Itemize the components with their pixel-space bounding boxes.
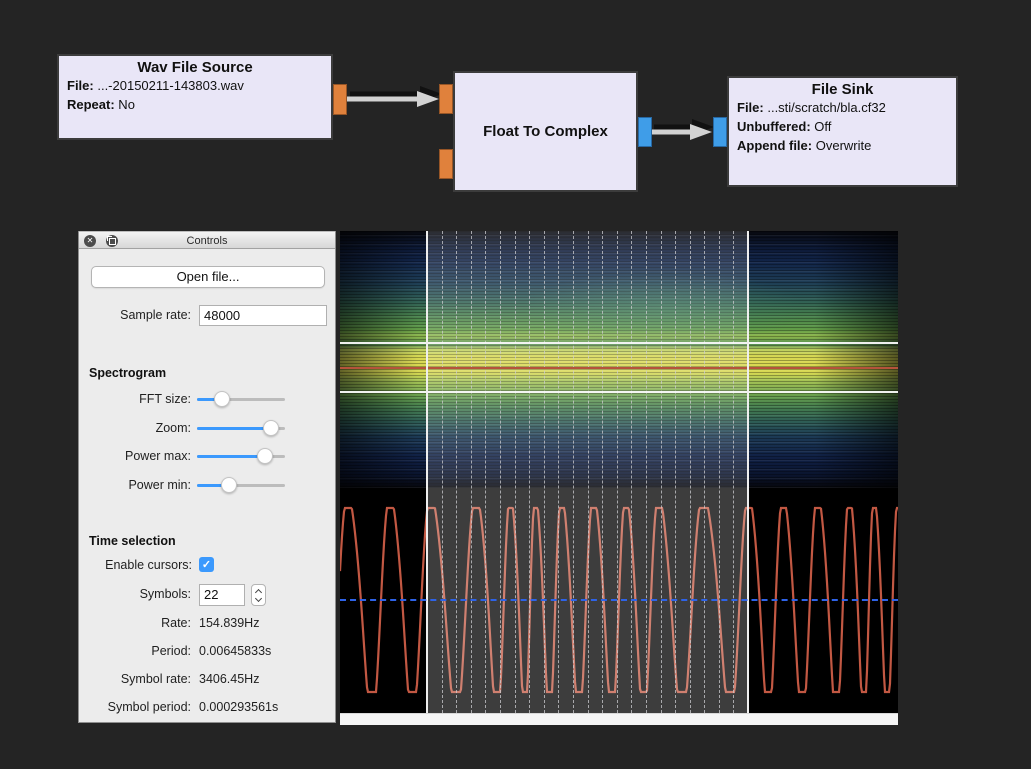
enable-cursors-checkbox[interactable]: ✓ [199, 557, 214, 572]
symbol-period-value: 0.000293561s [199, 697, 278, 718]
symbol-boundary-line [500, 231, 501, 713]
power-max-slider[interactable] [197, 447, 285, 465]
time-cursor-left[interactable] [426, 231, 428, 713]
symbol-rate-label: Symbol rate: [79, 669, 191, 690]
block-param: Unbuffered: Off [729, 117, 956, 136]
block-title: Float To Complex [483, 123, 608, 140]
symbol-boundary-line [588, 231, 589, 713]
connection-wav-to-floattocomplex[interactable] [347, 84, 443, 114]
block-param: Append file: Overwrite [729, 136, 956, 155]
symbols-input[interactable]: 22 [199, 584, 245, 606]
open-file-button[interactable]: Open file... [91, 266, 325, 288]
symbol-boundary-line [456, 231, 457, 713]
zoom-row: Zoom: [79, 419, 337, 437]
period-label: Period: [79, 641, 191, 662]
symbol-boundary-line [558, 231, 559, 713]
connection-floattocomplex-to-filesink[interactable] [652, 117, 714, 147]
controls-panel: ✕ Controls Open file... Sample rate: 480… [78, 231, 336, 723]
symbol-boundary-line [661, 231, 662, 713]
symbol-boundary-line [485, 231, 486, 713]
power-max-row: Power max: [79, 447, 337, 465]
frequency-cursor-lower[interactable] [340, 391, 898, 393]
enable-cursors-label: Enable cursors: [79, 555, 192, 576]
zero-amplitude-line [340, 599, 898, 601]
symbol-boundary-line [690, 231, 691, 713]
fft-size-row: FFT size: [79, 390, 337, 408]
stepper-down-icon[interactable] [255, 595, 262, 602]
symbol-boundary-line [719, 231, 720, 713]
symbol-boundary-line [646, 231, 647, 713]
symbol-boundary-line [573, 231, 574, 713]
power-min-row: Power min: [79, 476, 337, 494]
window-title: Controls [79, 232, 335, 250]
power-max-label: Power max: [79, 447, 191, 465]
horizontal-scrollbar[interactable] [340, 713, 898, 725]
slider-thumb[interactable] [263, 420, 279, 436]
symbol-boundary-line [544, 231, 545, 713]
spectrogram-heading: Spectrogram [89, 366, 166, 380]
rate-label: Rate: [79, 613, 191, 634]
symbol-boundary-line [704, 231, 705, 713]
power-min-label: Power min: [79, 476, 191, 494]
controls-titlebar[interactable]: ✕ Controls [79, 231, 335, 249]
block-param: Repeat: No [59, 95, 331, 114]
symbol-boundary-line [515, 231, 516, 713]
float-to-complex-output-port[interactable] [638, 117, 652, 147]
slider-thumb[interactable] [257, 448, 273, 464]
fft-size-slider[interactable] [197, 390, 285, 408]
symbol-boundary-line [675, 231, 676, 713]
block-file-sink[interactable]: File Sink File: ...sti/scratch/bla.cf32 … [727, 76, 958, 187]
fft-size-label: FFT size: [79, 390, 191, 408]
power-min-slider[interactable] [197, 476, 285, 494]
slider-thumb[interactable] [214, 391, 230, 407]
time-selection-heading: Time selection [89, 534, 176, 548]
slider-thumb[interactable] [221, 477, 237, 493]
symbol-boundary-line [529, 231, 530, 713]
signal-display[interactable] [340, 231, 898, 713]
period-value: 0.00645833s [199, 641, 271, 662]
symbols-row: Symbols: 22 [79, 584, 337, 602]
symbols-label: Symbols: [79, 584, 191, 605]
wav-source-output-port[interactable] [333, 84, 347, 115]
symbol-period-row: Symbol period: 0.000293561s [79, 697, 337, 715]
symbol-rate-value: 3406.45Hz [199, 669, 259, 690]
symbol-boundary-line [602, 231, 603, 713]
block-wav-file-source[interactable]: Wav File Source File: ...-20150211-14380… [57, 54, 333, 140]
block-title: File Sink [729, 78, 956, 98]
sample-rate-label: Sample rate: [79, 305, 191, 326]
sample-rate-row: Sample rate: 48000 [79, 305, 337, 323]
symbol-rate-row: Symbol rate: 3406.45Hz [79, 669, 337, 687]
symbols-stepper[interactable] [251, 584, 266, 606]
symbol-boundary-line [471, 231, 472, 713]
symbol-boundary-line [617, 231, 618, 713]
file-sink-input-port[interactable] [713, 117, 727, 147]
float-to-complex-input1-port[interactable] [439, 149, 453, 179]
sample-rate-input[interactable]: 48000 [199, 305, 327, 326]
center-frequency-line [340, 367, 898, 369]
symbol-boundary-line [733, 231, 734, 713]
zoom-label: Zoom: [79, 419, 191, 437]
symbol-boundary-line [442, 231, 443, 713]
period-row: Period: 0.00645833s [79, 641, 337, 659]
block-param: File: ...-20150211-143803.wav [59, 76, 331, 95]
block-float-to-complex[interactable]: Float To Complex [453, 71, 638, 192]
block-param: File: ...sti/scratch/bla.cf32 [729, 98, 956, 117]
zoom-slider[interactable] [197, 419, 285, 437]
rate-value: 154.839Hz [199, 613, 259, 634]
float-to-complex-input0-port[interactable] [439, 84, 453, 114]
symbol-boundary-line [631, 231, 632, 713]
enable-cursors-row: Enable cursors: ✓ [79, 555, 337, 573]
symbol-period-label: Symbol period: [79, 697, 191, 718]
frequency-cursor-upper[interactable] [340, 342, 898, 344]
time-cursor-right[interactable] [747, 231, 749, 713]
rate-row: Rate: 154.839Hz [79, 613, 337, 631]
block-title: Wav File Source [59, 56, 331, 76]
